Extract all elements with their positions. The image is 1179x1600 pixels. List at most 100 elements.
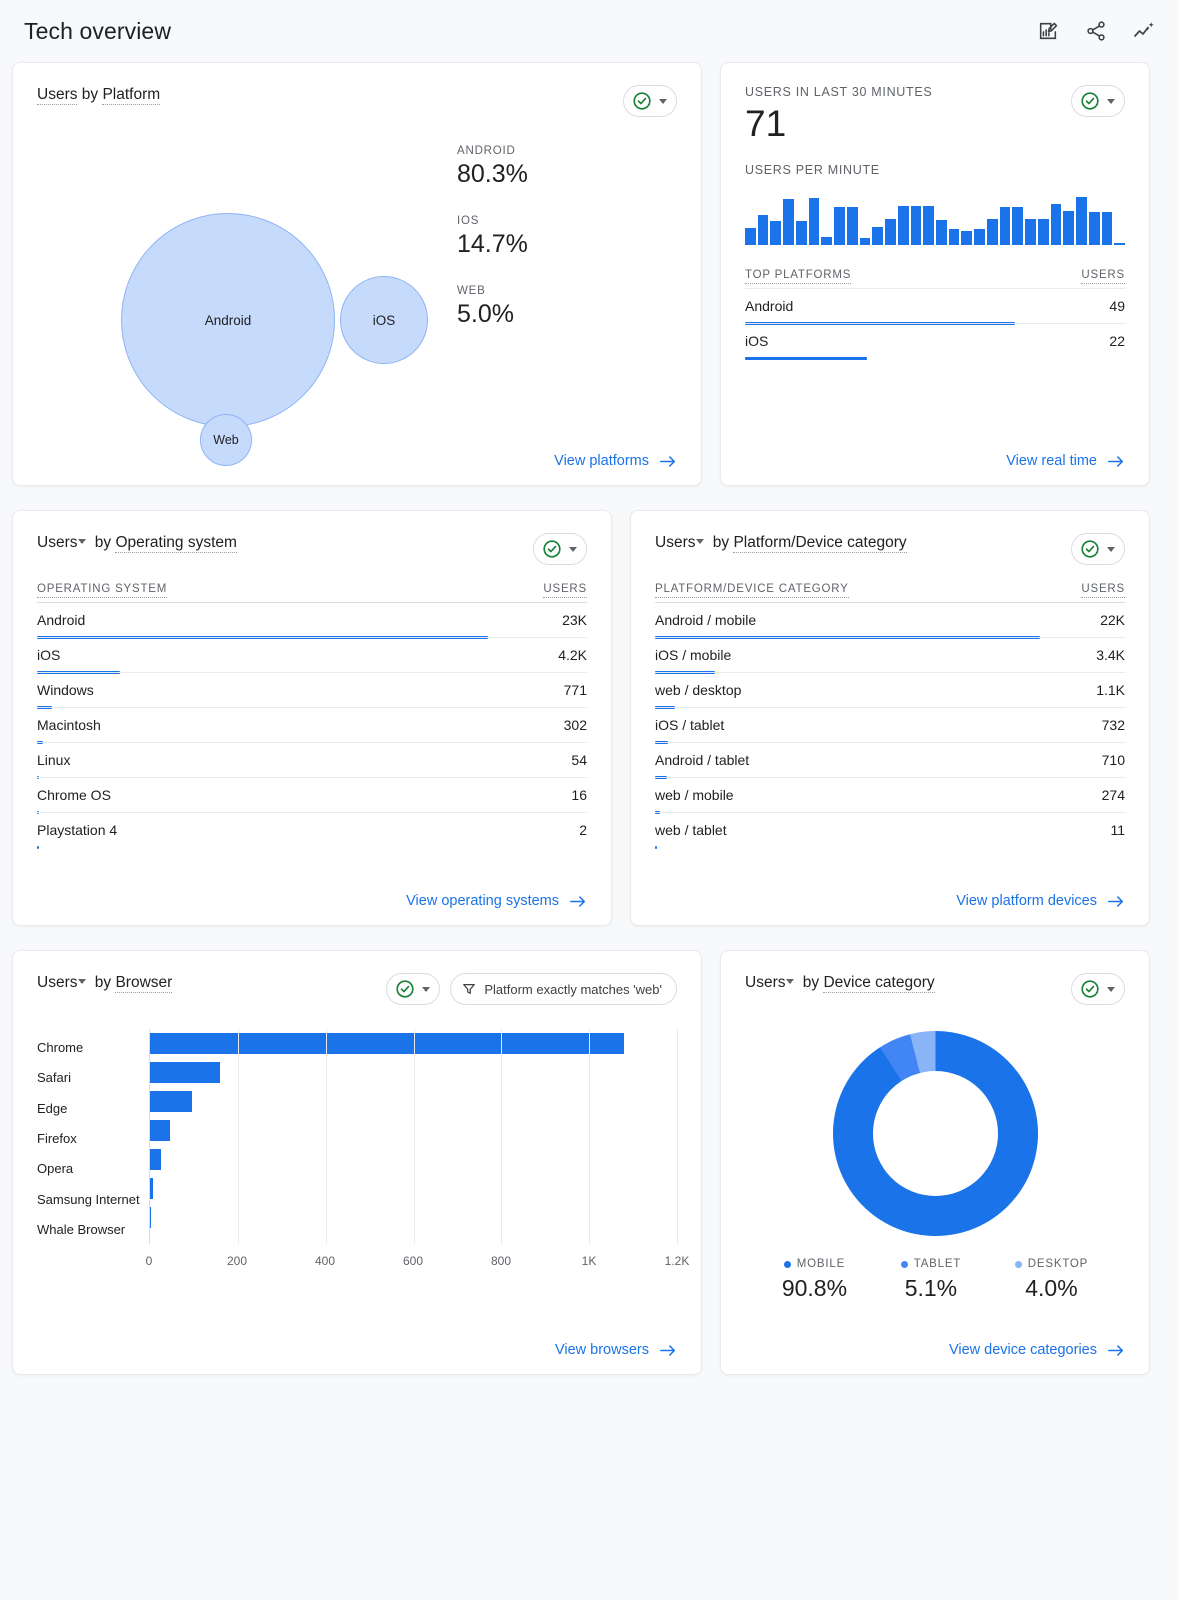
table-row[interactable]: Android 49 bbox=[745, 288, 1125, 325]
bubble-web[interactable]: Web bbox=[200, 414, 252, 466]
row-bar bbox=[745, 356, 867, 360]
table-row[interactable]: iOS / tablet 732 bbox=[655, 707, 1125, 744]
metric-selector-users[interactable]: Users bbox=[37, 974, 77, 991]
view-platforms-link[interactable]: View platforms bbox=[554, 453, 677, 469]
table-row[interactable]: Linux 54 bbox=[37, 742, 587, 779]
bubble-ios[interactable]: iOS bbox=[340, 276, 428, 364]
chevron-down-icon bbox=[569, 546, 577, 552]
view-browsers-link[interactable]: View browsers bbox=[555, 1342, 677, 1358]
title-connector: by bbox=[708, 534, 734, 551]
chevron-down-icon bbox=[1107, 986, 1115, 992]
table-row[interactable]: iOS 4.2K bbox=[37, 637, 587, 674]
check-circle-icon bbox=[1081, 980, 1099, 998]
caret-down-icon[interactable] bbox=[78, 979, 87, 985]
view-real-time-link[interactable]: View real time bbox=[1006, 453, 1125, 469]
sparkline-bar bbox=[872, 227, 884, 245]
card-header: Users by Device category bbox=[745, 973, 1125, 1005]
caret-down-icon[interactable] bbox=[78, 539, 87, 545]
x-axis-tick: 0 bbox=[145, 1254, 153, 1268]
browser-category-labels: Chrome Safari Edge Firefox Opera Samsung Inte… bbox=[37, 1029, 149, 1244]
metric-selector-users[interactable]: Users bbox=[655, 534, 695, 551]
bubble-android[interactable]: Android bbox=[121, 213, 335, 427]
table-row[interactable]: Android / tablet 710 bbox=[655, 742, 1125, 779]
data-quality-pill[interactable] bbox=[1071, 973, 1125, 1005]
table-row[interactable]: web / desktop 1.1K bbox=[655, 672, 1125, 709]
caret-down-icon[interactable] bbox=[696, 539, 705, 545]
sparkline-bar bbox=[923, 205, 935, 245]
sparkline-bar bbox=[808, 198, 820, 245]
bar[interactable] bbox=[150, 1178, 153, 1199]
sparkline-bar bbox=[974, 228, 985, 245]
row-label: web / desktop bbox=[655, 682, 742, 698]
users-per-minute-sparkline bbox=[745, 187, 1126, 245]
share-icon[interactable] bbox=[1083, 18, 1109, 44]
chevron-down-icon bbox=[1107, 546, 1115, 552]
dimension-selector-device-category[interactable]: Device category bbox=[823, 974, 935, 993]
card-title-platform-device: Users by Platform/Device category bbox=[655, 533, 907, 553]
metric-selector-users[interactable]: Users bbox=[745, 974, 785, 991]
link-label: View platform devices bbox=[956, 893, 1097, 909]
row-label: web / tablet bbox=[655, 822, 727, 838]
sparkline-bar bbox=[1114, 242, 1126, 245]
kpi-label: USERS IN LAST 30 MINUTES bbox=[745, 85, 933, 99]
bar[interactable] bbox=[150, 1033, 625, 1054]
table-row[interactable]: Chrome OS 16 bbox=[37, 777, 587, 814]
table-row[interactable]: Playstation 4 2 bbox=[37, 812, 587, 849]
table-row[interactable]: iOS / mobile 3.4K bbox=[655, 637, 1125, 674]
table-row[interactable]: Android / mobile 22K bbox=[655, 602, 1125, 639]
row-label: Android / tablet bbox=[655, 752, 750, 768]
legend-label: MOBILE bbox=[796, 1258, 846, 1270]
bar[interactable] bbox=[150, 1207, 152, 1228]
check-circle-icon bbox=[543, 540, 561, 558]
stat-android: ANDROID 80.3% bbox=[457, 145, 637, 189]
data-quality-pill[interactable] bbox=[533, 533, 587, 565]
gridline bbox=[237, 1029, 239, 1244]
donut-ring[interactable] bbox=[832, 1031, 1038, 1236]
stat-value: 14.7% bbox=[457, 230, 528, 258]
view-operating-systems-link[interactable]: View operating systems bbox=[406, 893, 587, 909]
metric-selector-users[interactable]: Users bbox=[37, 86, 78, 105]
row-label: iOS bbox=[745, 333, 769, 349]
view-device-categories-link[interactable]: View device categories bbox=[949, 1342, 1125, 1358]
edit-chart-icon[interactable] bbox=[1035, 18, 1061, 44]
dimension-selector-platform-device[interactable]: Platform/Device category bbox=[733, 534, 907, 553]
dashboard-row-1: Users by Platform Android iOS Web ANDROI… bbox=[0, 62, 1179, 486]
row-value: 16 bbox=[571, 787, 587, 803]
table-row[interactable]: iOS 22 bbox=[745, 323, 1125, 360]
dimension-selector-browser[interactable]: Browser bbox=[115, 974, 173, 993]
browser-plot-area bbox=[149, 1029, 678, 1244]
data-quality-pill[interactable] bbox=[1071, 533, 1125, 565]
card-users-by-device-category: Users by Device category MOBILE 90.8% TA… bbox=[720, 950, 1150, 1375]
link-label: View platforms bbox=[554, 453, 649, 469]
data-quality-pill[interactable] bbox=[1071, 85, 1125, 117]
dimension-selector-os[interactable]: Operating system bbox=[115, 534, 237, 553]
x-axis-tick: 400 bbox=[314, 1254, 336, 1268]
card-footer: View device categories bbox=[745, 1342, 1125, 1358]
table-row[interactable]: web / mobile 274 bbox=[655, 777, 1125, 814]
arrow-right-icon bbox=[1108, 895, 1124, 907]
link-label: View browsers bbox=[554, 1342, 649, 1358]
data-quality-pill[interactable] bbox=[386, 973, 441, 1005]
insights-icon[interactable] bbox=[1131, 18, 1157, 44]
table-header: PLATFORM/DEVICE CATEGORY USERS bbox=[655, 583, 1125, 602]
table-row[interactable]: Android 23K bbox=[37, 602, 587, 639]
row-value: 23K bbox=[562, 612, 587, 628]
sparkline-bar bbox=[910, 205, 922, 245]
stat-web: WEB 5.0% bbox=[457, 285, 637, 329]
dashboard-row-3: Users by Browser Platform exactly matche… bbox=[0, 950, 1179, 1375]
table-row[interactable]: Macintosh 302 bbox=[37, 707, 587, 744]
caret-down-icon[interactable] bbox=[786, 979, 795, 985]
filter-chip-platform[interactable]: Platform exactly matches 'web' bbox=[450, 973, 677, 1005]
row-value: 49 bbox=[1109, 298, 1125, 314]
metric-selector-users[interactable]: Users bbox=[37, 534, 77, 551]
bar[interactable] bbox=[150, 1091, 192, 1112]
bar[interactable] bbox=[150, 1120, 170, 1141]
dimension-selector-platform[interactable]: Platform bbox=[102, 86, 161, 105]
view-platform-devices-link[interactable]: View platform devices bbox=[956, 893, 1125, 909]
bar[interactable] bbox=[150, 1149, 161, 1170]
table-row[interactable]: web / tablet 11 bbox=[655, 812, 1125, 849]
data-quality-pill[interactable] bbox=[623, 85, 677, 117]
bar[interactable] bbox=[150, 1062, 221, 1083]
table-row[interactable]: Windows 771 bbox=[37, 672, 587, 709]
card-users-by-platform-device-category: Users by Platform/Device category PLATFO… bbox=[630, 510, 1150, 926]
